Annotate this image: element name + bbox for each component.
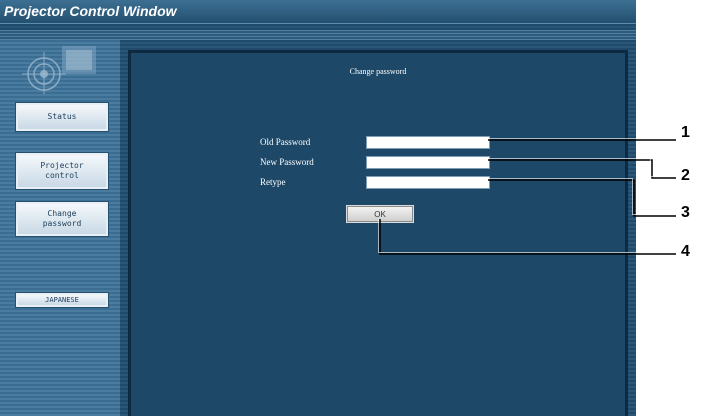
new-password-field[interactable]	[366, 156, 490, 169]
sidebar-item-change-password[interactable]: Change password	[15, 201, 109, 237]
header-rule	[0, 30, 636, 40]
sidebar-item-label: Change password	[42, 209, 82, 228]
sidebar-item-japanese[interactable]: JAPANESE	[15, 292, 109, 308]
callout-number-1: 1	[681, 124, 690, 141]
sidebar-item-label: Status	[47, 112, 77, 121]
old-password-label: Old Password	[260, 137, 311, 147]
sidebar-item-label: JAPANESE	[45, 296, 79, 304]
callout-number-3: 3	[681, 204, 690, 221]
title-bar: Projector Control Window	[0, 0, 636, 24]
main-panel: Change password Old Password New Passwor…	[128, 50, 628, 416]
sidebar-item-projector-control[interactable]: Projector control	[15, 152, 109, 190]
sidebar-item-status[interactable]: Status	[15, 102, 109, 132]
projector-control-window: Projector Control Window Status Projecto…	[0, 0, 636, 416]
ok-button[interactable]: OK	[346, 205, 414, 223]
sidebar: Status Projector control Change password…	[0, 40, 120, 416]
sidebar-item-label: Projector control	[40, 161, 84, 180]
window-title: Projector Control Window	[4, 3, 177, 19]
retype-password-field[interactable]	[366, 176, 490, 189]
callout-number-4: 4	[681, 243, 690, 260]
callout-number-2: 2	[681, 167, 690, 184]
retype-password-label: Retype	[260, 177, 286, 187]
old-password-field[interactable]	[366, 136, 490, 149]
page-title: Change password	[349, 67, 407, 76]
projector-logo-icon	[22, 46, 96, 94]
new-password-label: New Password	[260, 157, 314, 167]
